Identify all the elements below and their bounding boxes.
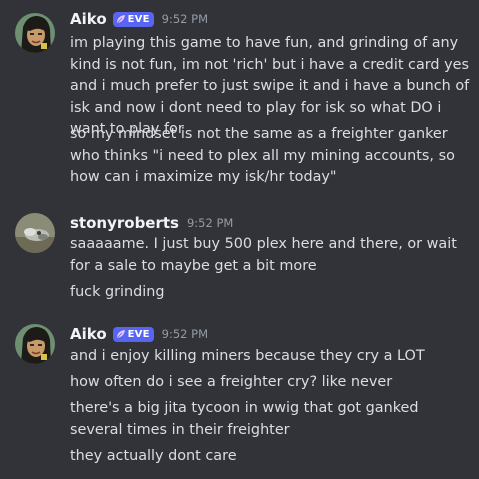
- leaf-icon: [116, 15, 125, 23]
- guild-tag[interactable]: EVE: [112, 11, 154, 27]
- message-text: saaaaame. I just buy 500 plex here and t…: [70, 236, 457, 274]
- message-group: Aiko EVE 9:52 PM and i enjoy killing min…: [0, 310, 479, 479]
- message-header: stonyroberts 9:52 PM: [70, 213, 233, 233]
- guild-tag-label: EVE: [127, 13, 150, 25]
- message-text: how often do i see a freighter cry? like…: [70, 374, 393, 390]
- avatar[interactable]: [15, 324, 55, 364]
- message-text: there's a big jita tycoon in wwig that g…: [70, 400, 419, 438]
- guild-tag-label: EVE: [127, 328, 150, 340]
- message-group: Aiko EVE 9:52 PM im playing this game to…: [0, 0, 479, 200]
- message-text: fuck grinding: [70, 284, 165, 300]
- message-header: Aiko EVE 9:52 PM: [70, 324, 208, 344]
- leaf-icon: [116, 330, 125, 338]
- message-text: and i enjoy killing miners because they …: [70, 348, 425, 364]
- message-text: they actually dont care: [70, 448, 237, 464]
- message-header: Aiko EVE 9:52 PM: [70, 9, 208, 29]
- timestamp[interactable]: 9:52 PM: [162, 12, 208, 26]
- avatar[interactable]: [15, 13, 55, 53]
- guild-tag[interactable]: EVE: [112, 326, 154, 342]
- timestamp[interactable]: 9:52 PM: [187, 216, 233, 230]
- message-group: stonyroberts 9:52 PM saaaaame. I just bu…: [0, 200, 479, 310]
- timestamp[interactable]: 9:52 PM: [162, 327, 208, 341]
- username[interactable]: Aiko: [70, 10, 107, 28]
- username[interactable]: Aiko: [70, 325, 107, 343]
- avatar[interactable]: [15, 213, 55, 253]
- username[interactable]: stonyroberts: [70, 214, 179, 232]
- message-text: so my mindset is not the same as a freig…: [70, 126, 455, 185]
